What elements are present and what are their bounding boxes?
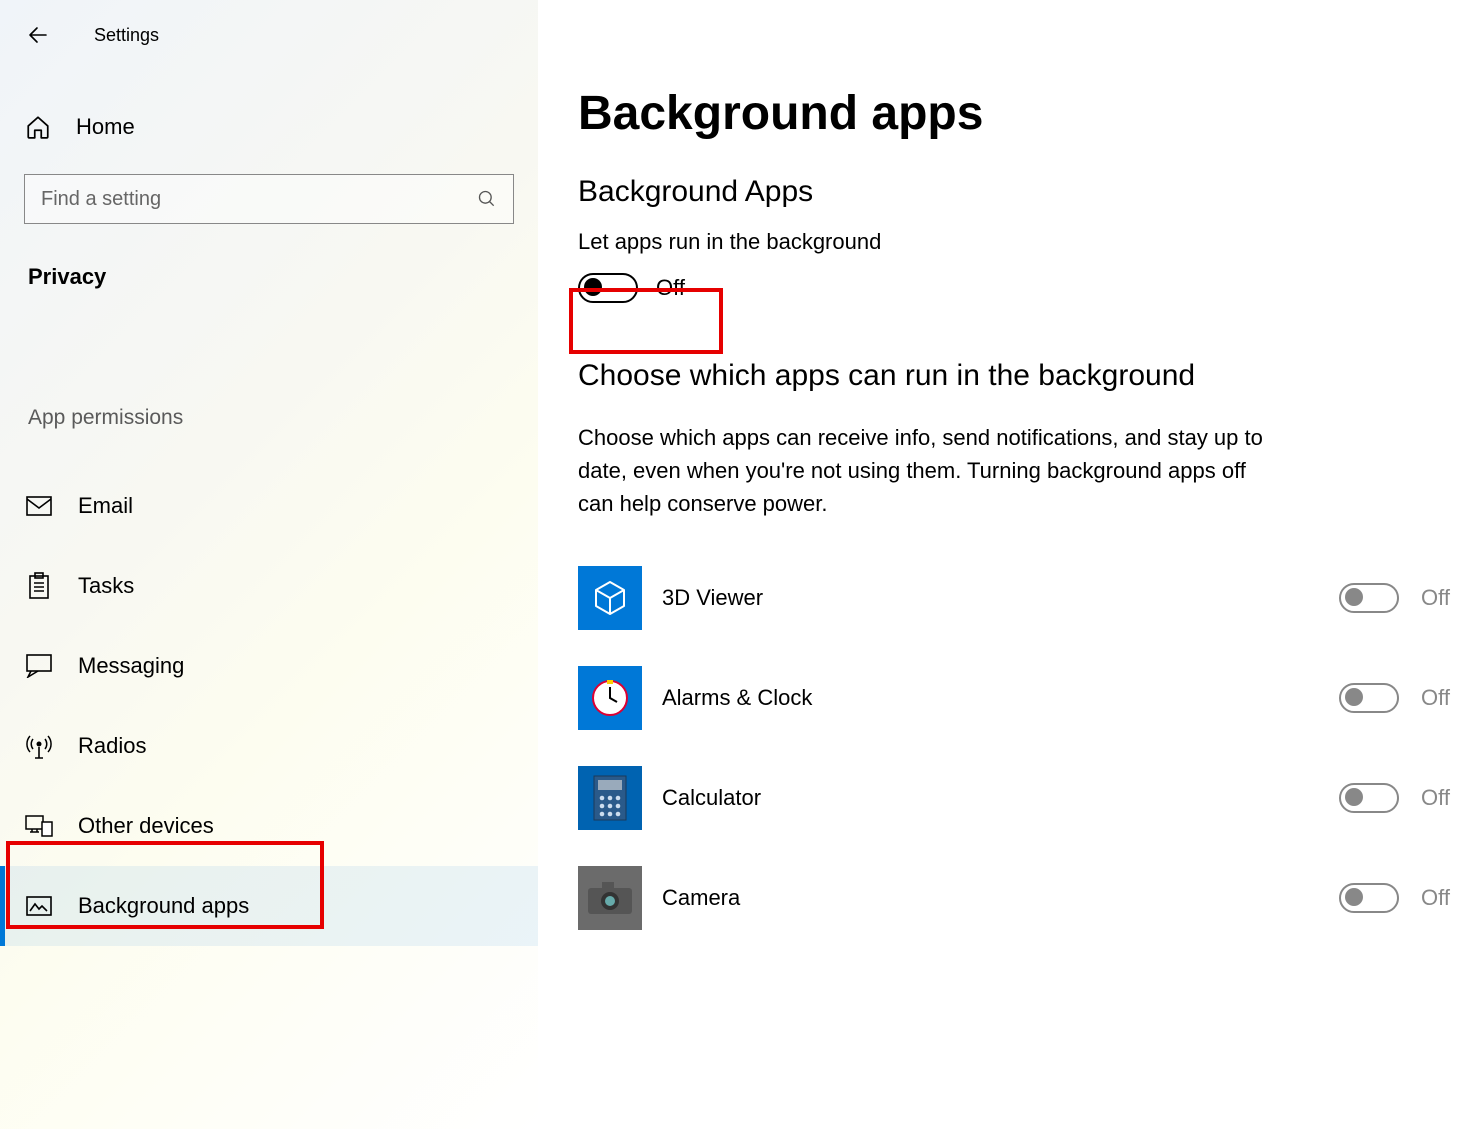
sidebar-item-label: Email (78, 493, 133, 519)
sidebar-item-label: Other devices (78, 813, 214, 839)
app-row-calculator: Calculator Off (578, 748, 1458, 848)
app-toggle-3d-viewer[interactable] (1339, 583, 1399, 613)
sidebar-item-email[interactable]: Email (0, 466, 538, 546)
app-toggle-calculator[interactable] (1339, 783, 1399, 813)
app-row-camera: Camera Off (578, 848, 1458, 948)
app-toggle-alarms-clock[interactable] (1339, 683, 1399, 713)
app-toggle-state: Off (1421, 885, 1450, 911)
search-icon (477, 189, 497, 209)
clock-icon (578, 666, 642, 730)
master-toggle[interactable] (578, 273, 638, 303)
app-toggle-camera[interactable] (1339, 883, 1399, 913)
app-row-alarms-clock: Alarms & Clock Off (578, 648, 1458, 748)
calculator-icon (578, 766, 642, 830)
sidebar-item-other-devices[interactable]: Other devices (0, 786, 538, 866)
app-name: Camera (662, 885, 992, 911)
sidebar-item-background-apps[interactable]: Background apps (0, 866, 538, 946)
sidebar-item-messaging[interactable]: Messaging (0, 626, 538, 706)
search-input[interactable] (41, 188, 477, 211)
email-icon (24, 491, 54, 521)
home-label: Home (76, 114, 135, 140)
app-toggle-state: Off (1421, 585, 1450, 611)
messaging-icon (24, 651, 54, 681)
choose-heading: Choose which apps can run in the backgro… (578, 359, 1458, 393)
sidebar-item-label: Messaging (78, 653, 184, 679)
sidebar: Settings Home Privacy App permissions Em… (0, 0, 538, 1129)
sidebar-item-label: Background apps (78, 893, 249, 919)
category-label: Privacy (28, 264, 538, 290)
app-toggle-state: Off (1421, 785, 1450, 811)
choose-description: Choose which apps can receive info, send… (578, 421, 1458, 520)
sidebar-item-label: Radios (78, 733, 146, 759)
back-icon[interactable] (24, 21, 52, 49)
sidebar-item-label: Tasks (78, 573, 134, 599)
other-devices-icon (24, 811, 54, 841)
main-content: Background apps Background Apps Let apps… (578, 0, 1458, 948)
app-name: 3D Viewer (662, 585, 992, 611)
sidebar-item-radios[interactable]: Radios (0, 706, 538, 786)
sidebar-item-home[interactable]: Home (0, 104, 538, 150)
page-title: Background apps (578, 86, 1458, 141)
app-row-3d-viewer: 3D Viewer Off (578, 548, 1458, 648)
sidebar-item-tasks[interactable]: Tasks (0, 546, 538, 626)
cube-icon (578, 566, 642, 630)
tasks-icon (24, 571, 54, 601)
camera-icon (578, 866, 642, 930)
window-title: Settings (94, 25, 159, 46)
background-apps-icon (24, 891, 54, 921)
subcategory-label: App permissions (28, 406, 538, 430)
app-toggle-state: Off (1421, 685, 1450, 711)
search-box[interactable] (24, 174, 514, 224)
radios-icon (24, 731, 54, 761)
app-list: 3D Viewer Off Alarms & Clock Off Calcula… (578, 548, 1458, 948)
app-name: Alarms & Clock (662, 685, 992, 711)
app-name: Calculator (662, 785, 992, 811)
master-toggle-state: Off (656, 275, 685, 301)
section-title: Background Apps (578, 175, 1458, 209)
master-toggle-label: Let apps run in the background (578, 229, 1458, 255)
home-icon (24, 113, 52, 141)
nav-list: Email Tasks Messaging Radios Other devic… (0, 466, 538, 946)
